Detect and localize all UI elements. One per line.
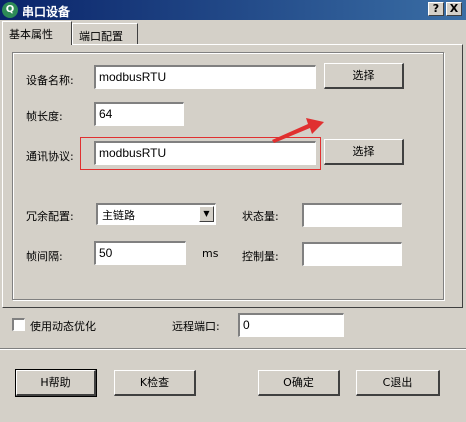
select-protocol-button[interactable]: 选择 (324, 139, 404, 165)
frame-length-label: 帧长度: (26, 110, 63, 123)
protocol-label: 通讯协议: (26, 150, 74, 163)
device-name-label: 设备名称: (26, 74, 74, 87)
status-var-field[interactable] (302, 203, 402, 227)
status-var-label: 状态量: (242, 210, 279, 223)
tab-label: 端口配置 (79, 30, 123, 43)
tab-port-config[interactable]: 端口配置 (72, 23, 138, 45)
frame-interval-unit: ms (202, 247, 219, 260)
cancel-button[interactable]: C退出 (356, 370, 440, 396)
app-logo-icon: Q (2, 2, 18, 18)
tab-basic-properties[interactable]: 基本属性 (2, 21, 72, 45)
redundancy-value: 主链路 (102, 209, 135, 222)
remote-port-label: 远程端口: (172, 320, 220, 333)
control-var-label: 控制量: (242, 250, 279, 263)
frame-interval-label: 帧间隔: (26, 250, 63, 263)
dynamic-opt-label: 使用动态优化 (30, 320, 96, 333)
control-var-field[interactable] (302, 242, 402, 266)
help-icon[interactable]: ? (428, 2, 444, 16)
redundancy-label: 冗余配置: (26, 210, 74, 223)
redundancy-select[interactable]: 主链路 ▼ (96, 203, 216, 225)
tab-label: 基本属性 (9, 28, 53, 41)
remote-port-field[interactable]: 0 (238, 313, 344, 337)
annotation-arrow-icon (272, 118, 324, 143)
frame-length-field[interactable]: 64 (94, 102, 184, 126)
title-bar: Q 串口设备 ? X (0, 0, 466, 20)
divider (0, 348, 466, 350)
select-device-button[interactable]: 选择 (324, 63, 404, 89)
dynamic-opt-checkbox[interactable] (12, 318, 25, 331)
check-button[interactable]: K检查 (114, 370, 196, 396)
ok-button[interactable]: O确定 (258, 370, 340, 396)
frame-interval-field[interactable]: 50 (94, 241, 186, 265)
help-button[interactable]: H帮助 (15, 369, 97, 397)
window-title: 串口设备 (22, 5, 71, 19)
chevron-down-icon[interactable]: ▼ (199, 206, 214, 222)
device-name-field[interactable]: modbusRTU (94, 65, 316, 89)
close-icon[interactable]: X (446, 2, 462, 16)
